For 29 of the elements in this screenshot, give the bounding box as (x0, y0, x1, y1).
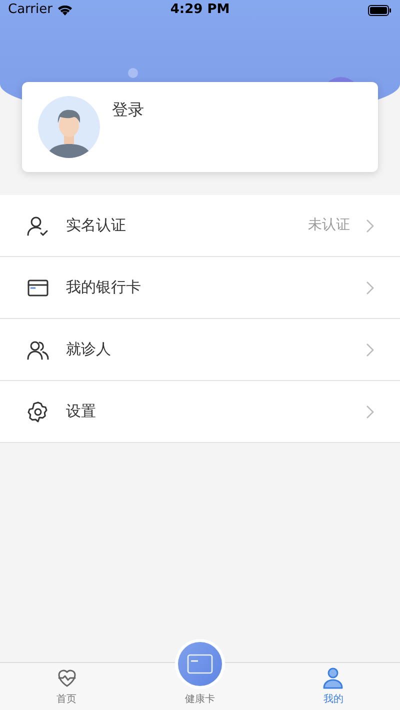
status-text: 未认证 (308, 216, 350, 235)
menu-label: 我的银行卡 (66, 277, 142, 298)
menu-label: 设置 (66, 401, 97, 422)
carrier-text: Carrier (8, 1, 52, 20)
tab-item[interactable]: 首页 (0, 663, 134, 710)
gear-icon (26, 400, 50, 424)
menu-row[interactable]: 就诊人 (0, 319, 400, 381)
bubble-decoration (128, 68, 138, 78)
menu-row[interactable]: 设置 (0, 381, 400, 443)
wifi-icon (57, 4, 74, 16)
menu-label: 就诊人 (66, 339, 112, 360)
card-icon (186, 654, 213, 674)
person-icon (321, 666, 346, 690)
menu-label: 实名认证 (66, 215, 127, 236)
tab-label: 首页 (56, 693, 77, 707)
chevron-right-icon (366, 404, 374, 418)
tab-label: 健康卡 (184, 692, 215, 707)
login-link[interactable]: 登录 (112, 98, 144, 122)
chevron-right-icon (366, 280, 374, 294)
tab-label: 我的 (323, 692, 344, 707)
tab-item[interactable]: 健康卡 (133, 642, 267, 710)
menu-row[interactable]: 我的银行卡 (0, 257, 400, 319)
tab-item[interactable]: 我的 (266, 663, 400, 710)
menu-row[interactable]: 实名认证 未认证 (0, 195, 400, 257)
chevron-right-icon (366, 218, 374, 232)
avatar-icon (38, 96, 100, 158)
battery-icon (368, 4, 392, 16)
chevron-right-icon (366, 342, 374, 356)
time-text: 4:29 PM (170, 1, 230, 20)
